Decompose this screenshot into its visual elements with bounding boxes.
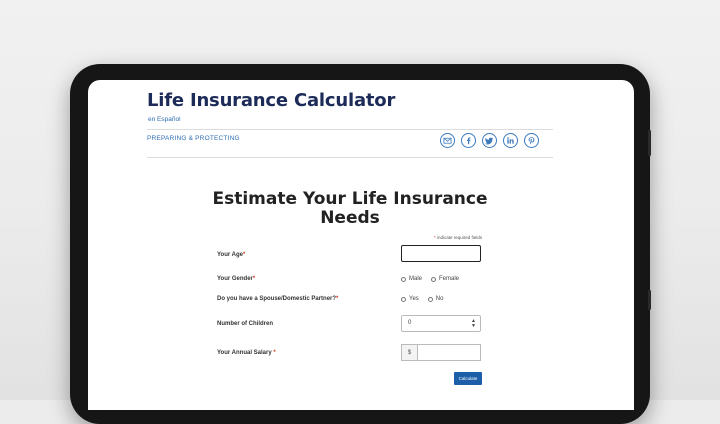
gender-radio-group: Male Female	[401, 276, 459, 282]
facebook-icon	[467, 137, 471, 145]
spouse-radio-group: Yes No	[401, 296, 443, 302]
spouse-option-yes[interactable]: Yes	[401, 296, 419, 302]
children-select-value: 0	[408, 320, 412, 326]
tablet-side-button	[648, 130, 651, 156]
radio-circle[interactable]	[431, 276, 437, 282]
salary-label: Your Annual Salary *	[217, 350, 276, 356]
select-arrows-icon: ▲ ▼	[471, 318, 476, 329]
twitter-share-button[interactable]	[482, 133, 497, 148]
form-title: Estimate Your Life Insurance Needs	[212, 189, 488, 228]
radio-circle[interactable]	[401, 296, 406, 302]
gender-label: Your Gender*	[217, 276, 256, 282]
pinterest-share-button[interactable]	[524, 133, 539, 148]
spouse-label: Do you have a Spouse/Domestic Partner?*	[217, 296, 339, 302]
pinterest-icon	[528, 137, 535, 145]
twitter-icon	[485, 137, 494, 145]
radio-circle[interactable]	[401, 276, 406, 282]
required-note-text: indicate required fields	[436, 235, 482, 240]
facebook-share-button[interactable]	[461, 133, 476, 148]
email-share-button[interactable]	[440, 133, 455, 148]
header-divider	[147, 129, 553, 130]
gender-option-female[interactable]: Female	[431, 276, 459, 282]
required-fields-note: * indicate required fields	[408, 235, 482, 240]
gender-option-male[interactable]: Male	[401, 276, 422, 282]
children-select[interactable]: 0 ▲ ▼	[401, 315, 481, 332]
age-label: Your Age*	[217, 252, 246, 258]
salary-input[interactable]	[417, 344, 481, 361]
share-icons	[440, 133, 539, 148]
age-input[interactable]	[401, 245, 481, 262]
section-breadcrumb-link[interactable]: PREPARING & PROTECTING	[147, 135, 240, 142]
header-bottom-divider	[147, 157, 553, 158]
currency-prefix: $	[401, 344, 417, 361]
linkedin-icon	[507, 137, 514, 144]
language-link[interactable]: en Español	[148, 116, 181, 123]
linkedin-share-button[interactable]	[503, 133, 518, 148]
spouse-option-no[interactable]: No	[427, 296, 443, 302]
radio-circle[interactable]	[427, 296, 433, 302]
tablet-screen: Life Insurance Calculator en Español PRE…	[88, 80, 634, 410]
tablet-side-button	[648, 290, 651, 310]
calculate-button[interactable]: Calculate	[454, 372, 482, 385]
site-title: Life Insurance Calculator	[147, 90, 396, 111]
email-icon	[443, 137, 452, 144]
children-label: Number of Children	[217, 321, 274, 327]
